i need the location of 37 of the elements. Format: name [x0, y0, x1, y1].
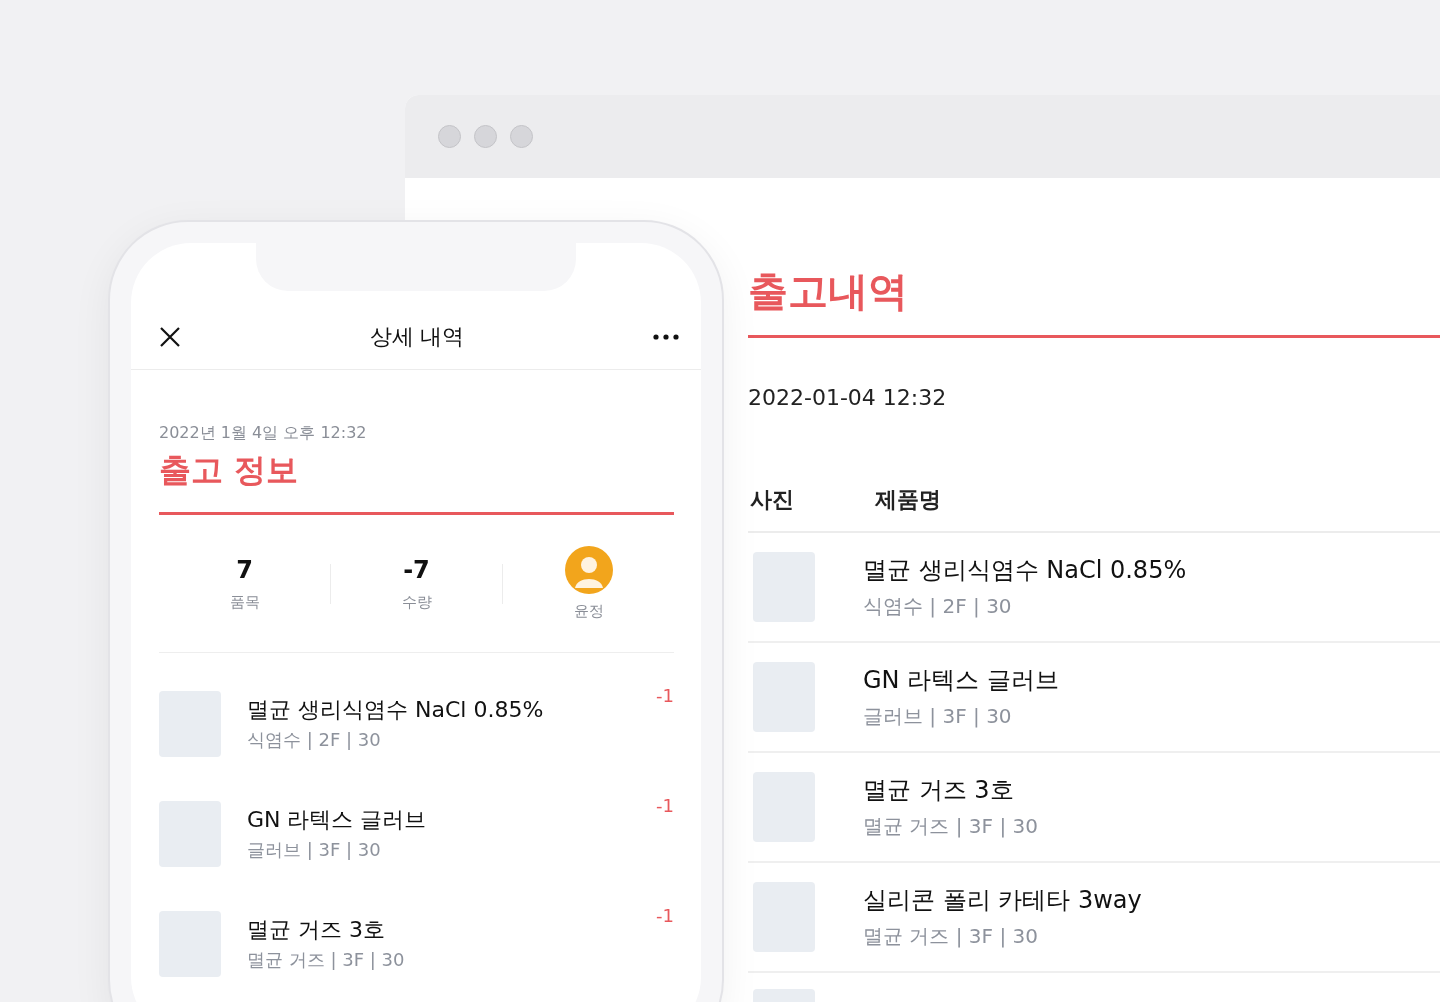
product-details: 멸균 거즈 | 3F | 30 [863, 813, 1038, 840]
more-icon [653, 334, 679, 340]
stat-value: -7 [403, 555, 430, 585]
date-text: 2022-01-04 12:32 [748, 384, 947, 412]
stat-value: 7 [236, 555, 253, 585]
product-name: 실리콘 폴리 카테타 3way [863, 885, 1142, 916]
more-button[interactable] [653, 334, 679, 340]
product-details: 식염수 | 2F | 30 [863, 593, 1013, 620]
window-control-dot[interactable] [510, 125, 533, 148]
page-title: 출고내역 [748, 267, 908, 316]
close-button[interactable] [159, 326, 181, 348]
product-name: 멸균 생리식염수 NaCl 0.85% [247, 696, 545, 724]
stat-label: 품목 [229, 593, 260, 612]
column-header: 사진 [749, 486, 795, 514]
quantity-text: -1 [656, 795, 674, 816]
stat-label: 윤정 [573, 602, 604, 621]
quantity-text: -1 [656, 685, 674, 706]
product-name: 멸균 거즈 3호 [247, 916, 386, 944]
column-header: 제품명 [875, 486, 941, 514]
stat-label: 수량 [401, 593, 432, 612]
date-text: 2022년 1월 4일 오후 12:32 [159, 422, 367, 444]
product-details: 글러브 | 3F | 30 [247, 838, 382, 862]
avatar-icon [564, 546, 613, 594]
window-control-dot[interactable] [438, 125, 461, 148]
product-details: 멸균 거즈 | 3F | 30 [863, 923, 1039, 950]
product-details: 식염수 | 2F | 30 [247, 728, 382, 752]
product-details: 글러브 | 3F | 30 [863, 703, 1013, 730]
product-name: GN 라텍스 글러브 [863, 665, 1059, 696]
screen-title: 상세 내역 [369, 323, 465, 351]
product-name: 멸균 생리식염수 NaCl 0.85% [863, 555, 1187, 586]
close-icon [159, 326, 181, 348]
section-title: 출고 정보 [159, 450, 299, 490]
quantity-text: -1 [656, 905, 674, 926]
product-details: 멸균 거즈 | 3F | 30 [247, 948, 406, 972]
window-control-dot[interactable] [474, 125, 497, 148]
product-name: GN 라텍스 글러브 [247, 806, 428, 834]
product-name: 멸균 거즈 3호 [863, 775, 1015, 806]
